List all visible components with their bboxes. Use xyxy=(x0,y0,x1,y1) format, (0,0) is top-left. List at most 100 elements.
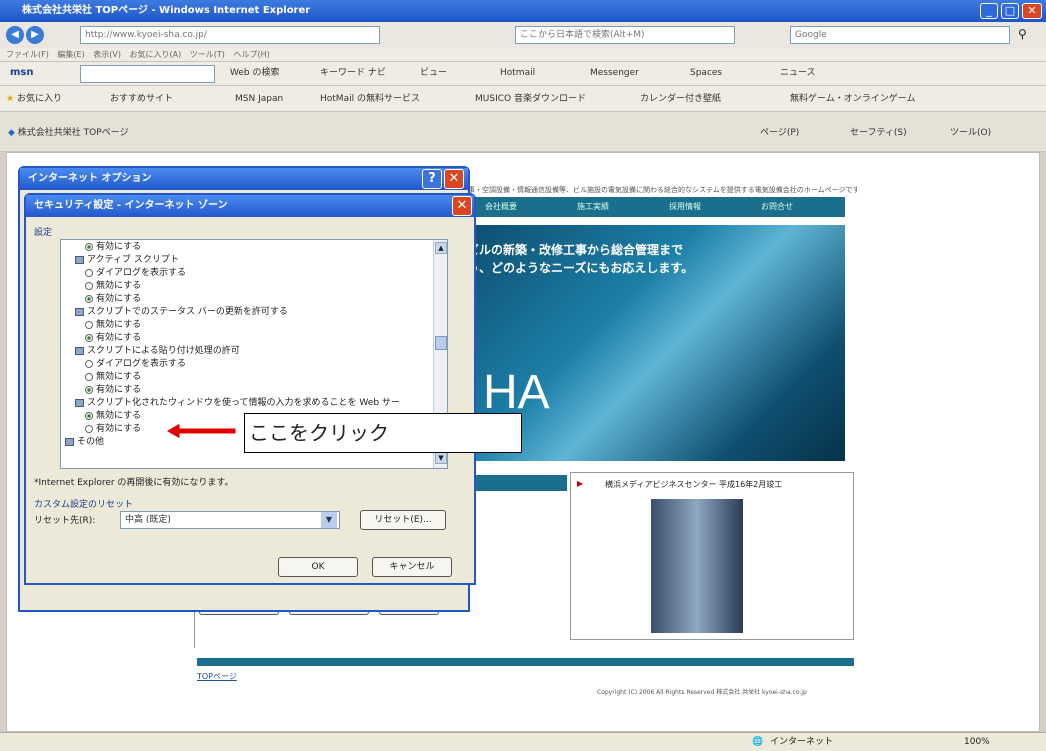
news-item[interactable]: 横浜メディアビジネスセンター 平成16年2月竣工 xyxy=(605,479,782,490)
setting-group-icon xyxy=(75,255,84,264)
hero-text-1: ビルの新築・改修工事から総合管理まで xyxy=(467,243,684,257)
web-search-button[interactable]: Web の検索 xyxy=(230,62,279,84)
callout-box: ここをクリック xyxy=(244,413,522,453)
back-icon[interactable]: ◀ xyxy=(6,26,24,44)
fav-item-wallpaper[interactable]: カレンダー付き壁紙 xyxy=(640,88,721,110)
globe-icon: 🌐 xyxy=(752,737,764,747)
safety-menu[interactable]: セーフティ(S) xyxy=(850,122,907,144)
msn-logo[interactable]: msn xyxy=(10,62,34,84)
setting-label: その他 xyxy=(77,437,105,447)
fav-item-musico[interactable]: MUSICO 音楽ダウンロード xyxy=(475,88,586,110)
radio-unchecked-icon xyxy=(85,372,93,381)
star-icon: ★ xyxy=(6,94,15,104)
favorites-button[interactable]: ★ お気に入り xyxy=(6,88,62,110)
page-menu[interactable]: ページ(P) xyxy=(760,122,799,144)
messenger-button[interactable]: Messenger xyxy=(590,62,639,84)
radio-unchecked-icon xyxy=(85,320,93,329)
view-button[interactable]: ビュー xyxy=(420,62,447,84)
setting-radio-option[interactable]: 有効にする xyxy=(85,424,141,435)
setting-label: 有効にする xyxy=(96,242,142,252)
setting-radio-option[interactable]: 無効にする xyxy=(85,372,141,383)
security-settings-title: セキュリティ設定 - インターネット ゾーン xyxy=(34,200,228,211)
reset-level-select[interactable]: 中高 (既定) ▼ xyxy=(120,511,340,529)
search-hint-field[interactable]: ここから日本語で検索(Alt+M) xyxy=(515,26,735,44)
radio-checked-icon xyxy=(85,242,93,251)
setting-label: 有効にする xyxy=(96,385,142,395)
msn-search-input[interactable] xyxy=(80,65,215,83)
zoom-level[interactable]: 100% xyxy=(964,733,990,751)
address-input[interactable]: http://www.kyoei-sha.co.jp/ xyxy=(80,26,380,44)
dropdown-arrow-icon[interactable]: ▼ xyxy=(321,512,337,528)
maximize-button[interactable]: □ xyxy=(1001,3,1019,19)
forward-icon[interactable]: ▶ xyxy=(26,26,44,44)
setting-radio-option[interactable]: 無効にする xyxy=(85,411,141,422)
security-settings-close-button[interactable]: ✕ xyxy=(452,196,472,216)
news-button[interactable]: ニュース xyxy=(780,62,816,84)
building-photo xyxy=(651,499,743,633)
setting-radio-option[interactable]: 有効にする xyxy=(85,333,141,344)
hotmail-button[interactable]: Hotmail xyxy=(500,62,535,84)
setting-radio-option[interactable]: 有効にする xyxy=(85,385,141,396)
setting-label: アクティブ スクリプト xyxy=(87,255,179,265)
radio-unchecked-icon xyxy=(85,281,93,290)
cancel-button[interactable]: キャンセル xyxy=(372,557,452,577)
reset-to-label: リセット先(R): xyxy=(34,516,96,526)
callout-arrow-icon xyxy=(164,422,238,443)
fav-item-recommended[interactable]: おすすめサイト xyxy=(110,88,173,110)
status-bar: 🌐 インターネット 100% xyxy=(0,732,1046,751)
minimize-button[interactable]: _ xyxy=(980,3,998,19)
favorites-bar: ★ お気に入り おすすめサイト MSN Japan HotMail の無料サービ… xyxy=(0,86,1046,112)
radio-checked-icon xyxy=(85,385,93,394)
setting-label: ダイアログを表示する xyxy=(96,268,187,278)
nav-contact[interactable]: お問合せ xyxy=(761,201,793,212)
ok-button[interactable]: OK xyxy=(278,557,358,577)
setting-group: スクリプトでのステータス バーの更新を許可する xyxy=(75,307,288,318)
spaces-button[interactable]: Spaces xyxy=(690,62,722,84)
company-description: 電気工事・空調設備・情報通信設備等、ビル施設の電気設備に関わる総合的なシステムを… xyxy=(447,186,857,194)
nav-works[interactable]: 施工実績 xyxy=(577,201,609,212)
keyword-navi-button[interactable]: キーワード ナビ xyxy=(320,62,386,84)
reset-button[interactable]: リセット(E)... xyxy=(360,510,446,530)
scroll-up-arrow-icon[interactable]: ▲ xyxy=(435,242,447,254)
setting-label: 有効にする xyxy=(96,424,142,434)
msn-toolbar: msn Web の検索 キーワード ナビ ビュー Hotmail Messeng… xyxy=(0,62,1046,86)
setting-label: スクリプトによる貼り付け処理の許可 xyxy=(87,346,240,356)
help-button[interactable]: ? xyxy=(422,169,442,189)
setting-radio-option[interactable]: 無効にする xyxy=(85,320,141,331)
setting-radio-option[interactable]: ダイアログを表示する xyxy=(85,359,186,370)
close-window-button[interactable]: ✕ xyxy=(1022,3,1042,19)
setting-group: スクリプトによる貼り付け処理の許可 xyxy=(75,346,240,357)
fav-item-hotmail[interactable]: HotMail の無料サービス xyxy=(320,88,420,110)
nav-company[interactable]: 会社概要 xyxy=(485,201,517,212)
tab-topページ[interactable]: ◆ 株式会社共栄社 TOPページ xyxy=(8,122,129,144)
setting-radio-option[interactable]: 有効にする xyxy=(85,242,141,253)
fav-item-msn-japan[interactable]: MSN Japan xyxy=(235,88,283,110)
footer-link[interactable]: TOPページ xyxy=(197,671,237,682)
radio-unchecked-icon xyxy=(85,268,93,277)
internet-options-close-button[interactable]: ✕ xyxy=(444,169,464,189)
page-icon: ◆ xyxy=(8,128,15,138)
setting-radio-option[interactable]: ダイアログを表示する xyxy=(85,268,186,279)
radio-unchecked-icon xyxy=(85,359,93,368)
nav-recruit[interactable]: 採用情報 xyxy=(669,201,701,212)
search-icon[interactable]: ⚲ xyxy=(1018,27,1027,41)
setting-group-icon xyxy=(75,346,84,355)
fav-item-games[interactable]: 無料ゲーム・オンラインゲーム xyxy=(790,88,915,110)
setting-group: その他 xyxy=(65,437,104,448)
setting-label: 有効にする xyxy=(96,294,142,304)
copyright-text: Copyright (C) 2006 All Rights Reserved 株… xyxy=(597,689,807,696)
scroll-thumb[interactable] xyxy=(435,336,447,350)
hero-text-2: う、どのようなニーズにもお応えします。 xyxy=(467,261,694,275)
window-title: 株式会社共栄社 TOPページ - Windows Internet Explor… xyxy=(22,5,311,16)
tools-menu[interactable]: ツール(O) xyxy=(950,122,991,144)
hero-logo-fragment: HA xyxy=(483,366,550,419)
setting-radio-option[interactable]: 有効にする xyxy=(85,294,141,305)
scroll-down-arrow-icon[interactable]: ▼ xyxy=(435,452,447,464)
security-zone: インターネット xyxy=(770,737,834,747)
menu-bar: ファイル(F) 編集(E) 表示(V) お気に入り(A) ツール(T) ヘルプ(… xyxy=(0,48,1046,62)
menu-items[interactable]: ファイル(F) 編集(E) 表示(V) お気に入り(A) ツール(T) ヘルプ(… xyxy=(6,48,270,62)
security-settings-title-bar: セキュリティ設定 - インターネット ゾーン xyxy=(26,195,474,217)
setting-radio-option[interactable]: 無効にする xyxy=(85,281,141,292)
search-engine-input[interactable]: Google xyxy=(790,26,1010,44)
radio-checked-icon xyxy=(85,411,93,420)
